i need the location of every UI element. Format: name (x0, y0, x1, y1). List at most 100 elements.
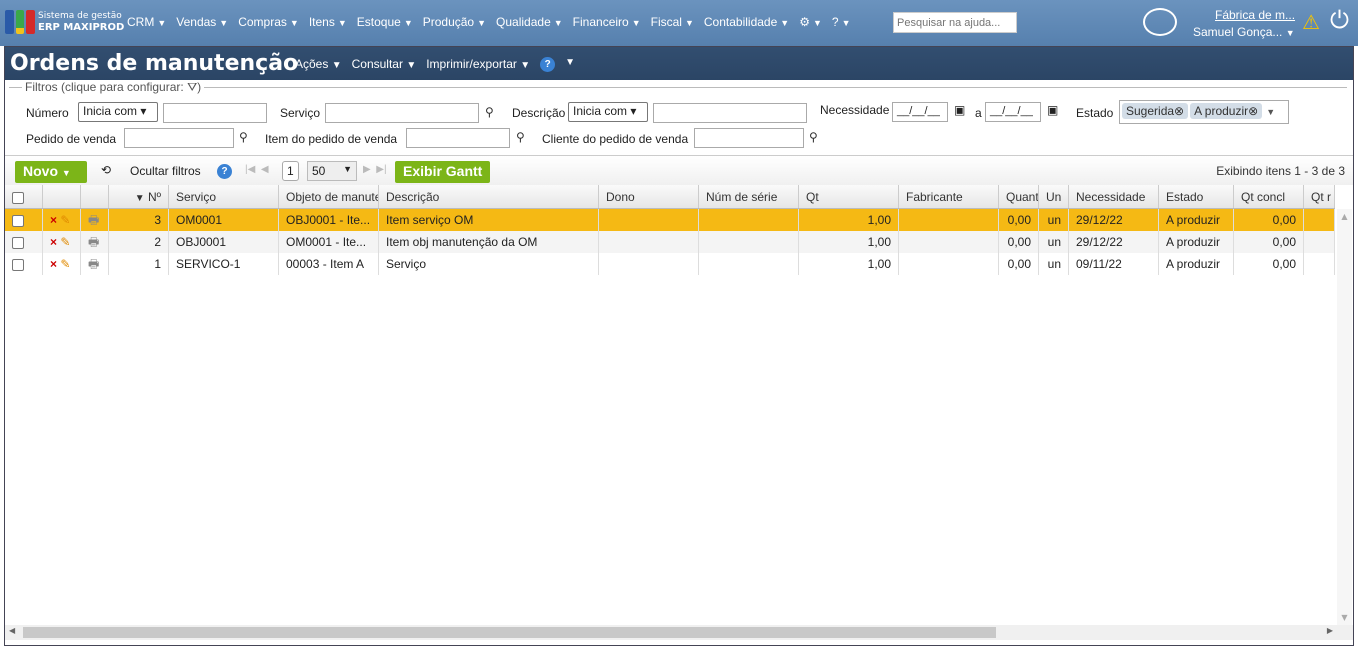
chevron-down-icon[interactable]: ▼ (1266, 107, 1275, 117)
grid-cell: 0,00 (999, 209, 1039, 231)
numero-operator-select[interactable]: Inicia com ▾ (78, 102, 158, 122)
table-row[interactable]: × ✎ 🖶 2 OBJ0001 OM0001 - Ite... Item obj manu… (5, 231, 1335, 253)
column-header[interactable]: Núm de série (699, 185, 799, 208)
print-icon[interactable]: 🖶 (88, 235, 99, 249)
help-icon[interactable]: ? (540, 57, 556, 72)
select-cell[interactable] (5, 231, 43, 253)
gear-icon[interactable]: ⚙ ▼ (799, 15, 822, 29)
search-icon[interactable]: ⚲ (239, 130, 248, 144)
descricao-operator-select[interactable]: Inicia com ▾ (568, 102, 648, 122)
menu-compras[interactable]: Compras ▼ (238, 15, 299, 29)
item-pedido-input[interactable] (406, 128, 510, 148)
column-header[interactable]: Necessidade (1069, 185, 1159, 208)
column-header[interactable]: Fabricante (899, 185, 999, 208)
table-row[interactable]: × ✎ 🖶 3 OM0001 OBJ0001 - Ite... Item serviço … (5, 209, 1335, 231)
column-header[interactable]: Serviço (169, 185, 279, 208)
search-icon[interactable]: ⚲ (809, 130, 818, 144)
select-all-cell[interactable] (5, 185, 43, 208)
column-header[interactable]: Descrição (379, 185, 599, 208)
print-icon[interactable]: 🖶 (88, 257, 99, 271)
column-header[interactable]: Objeto de manutenção (279, 185, 379, 208)
menu-qualidade[interactable]: Qualidade ▼ (496, 15, 563, 29)
exibir-gantt-button[interactable]: Exibir Gantt (395, 161, 491, 183)
row-checkbox[interactable] (12, 214, 24, 227)
remove-chip-icon[interactable]: ⊗ (1248, 104, 1258, 118)
calendar-icon[interactable]: ▣ (1047, 103, 1058, 117)
column-header[interactable]: Estado (1159, 185, 1234, 208)
column-header[interactable]: Un (1039, 185, 1069, 208)
search-icon[interactable]: ⚲ (485, 105, 494, 119)
print-icon[interactable]: 🖶 (88, 213, 99, 227)
table-row[interactable]: × ✎ 🖶 1 SERVICO-1 00003 - Item A Serviço 1,00 0… (5, 253, 1335, 275)
menu-contabilidade[interactable]: Contabilidade ▼ (704, 15, 789, 29)
vertical-scrollbar[interactable]: ▲ ▼ (1337, 209, 1352, 625)
column-header[interactable]: Qt concl (1234, 185, 1304, 208)
menu-estoque[interactable]: Estoque ▼ (357, 15, 413, 29)
help-icon[interactable]: ? (217, 164, 232, 179)
descricao-input[interactable] (653, 103, 807, 123)
menu-acoes[interactable]: Ações ▼ (295, 57, 342, 72)
delete-icon[interactable]: × (50, 257, 57, 271)
estado-chip[interactable]: Sugerida⊗ (1122, 103, 1189, 119)
page-size-select[interactable]: 50 ▼ (307, 161, 357, 181)
select-cell[interactable] (5, 209, 43, 231)
column-header[interactable]: Quant (999, 185, 1039, 208)
edit-icon[interactable]: ✎ (60, 235, 70, 249)
menu-produção[interactable]: Produção ▼ (423, 15, 486, 29)
horizontal-scrollbar[interactable]: ◀ ▶ (5, 625, 1353, 640)
edit-icon[interactable]: ✎ (60, 257, 70, 271)
servico-input[interactable] (325, 103, 479, 123)
search-icon[interactable]: ⚲ (516, 130, 525, 144)
power-icon[interactable]: ⏻ (1330, 6, 1349, 34)
column-header[interactable]: Qt (799, 185, 899, 208)
cell-value: A produzir (1166, 235, 1221, 249)
warning-icon[interactable]: ⚠ (1302, 10, 1320, 34)
delete-icon[interactable]: × (50, 235, 57, 249)
user-menu[interactable]: Samuel Gonça... ▼ (1193, 25, 1295, 39)
column-header[interactable]: Qt r (1304, 185, 1335, 208)
chat-icon[interactable] (1143, 8, 1177, 36)
menu-imprimir[interactable]: Imprimir/exportar ▼ (426, 57, 530, 72)
sort-desc-icon[interactable]: ▼ (135, 193, 145, 204)
calendar-icon[interactable]: ▣ (954, 103, 965, 117)
filters-legend[interactable]: Filtros (clique para configurar: ⛛) (22, 80, 205, 95)
menu-crm[interactable]: CRM ▼ (127, 15, 166, 29)
company-link[interactable]: Fábrica de m... (1215, 8, 1295, 22)
scroll-up-icon[interactable]: ▲ (1337, 209, 1352, 221)
novo-button[interactable]: Novo ▼ (15, 161, 87, 183)
column-header[interactable]: Dono (599, 185, 699, 208)
delete-icon[interactable]: × (50, 213, 57, 227)
help-icon[interactable]: ? ▼ (832, 15, 851, 29)
refresh-icon[interactable]: ⟲ (101, 163, 111, 177)
scroll-right-icon[interactable]: ▶ (1327, 626, 1333, 635)
cliente-pedido-input[interactable] (694, 128, 804, 148)
menu-fiscal[interactable]: Fiscal ▼ (651, 15, 694, 29)
estado-chip[interactable]: A produzir⊗ (1190, 103, 1263, 119)
ocultar-filtros-button[interactable]: Ocultar filtros (130, 164, 201, 178)
page-number-input[interactable]: 1 (282, 161, 299, 181)
menu-vendas[interactable]: Vendas ▼ (176, 15, 228, 29)
row-checkbox[interactable] (12, 258, 24, 271)
menu-financeiro[interactable]: Financeiro ▼ (573, 15, 641, 29)
row-checkbox[interactable] (12, 236, 24, 249)
edit-icon[interactable]: ✎ (60, 213, 70, 227)
estado-multiselect[interactable]: Sugerida⊗ A produzir⊗ ▼ (1119, 100, 1289, 124)
remove-chip-icon[interactable]: ⊗ (1174, 104, 1184, 118)
necessidade-to-input[interactable]: __/__/__ (985, 102, 1041, 122)
scroll-down-icon[interactable]: ▼ (1337, 613, 1352, 622)
numero-input[interactable] (163, 103, 267, 123)
first-page-icon[interactable]: |◀ ◀ (245, 164, 269, 175)
necessidade-from-input[interactable]: __/__/__ (892, 102, 948, 122)
pedido-input[interactable] (124, 128, 234, 148)
help-search-input[interactable] (893, 12, 1017, 33)
column-header[interactable]: ▼ Nº (109, 185, 169, 208)
scroll-left-icon[interactable]: ◀ (9, 626, 15, 635)
menu-consultar[interactable]: Consultar ▼ (352, 57, 417, 72)
help-dropdown[interactable]: ▼ (565, 57, 575, 72)
select-cell[interactable] (5, 253, 43, 275)
next-page-icon[interactable]: ▶ ▶| (363, 164, 387, 175)
actions-header (43, 185, 81, 208)
menu-itens[interactable]: Itens ▼ (309, 15, 347, 29)
select-all-checkbox[interactable] (12, 191, 24, 204)
scrollbar-thumb[interactable] (23, 627, 996, 638)
